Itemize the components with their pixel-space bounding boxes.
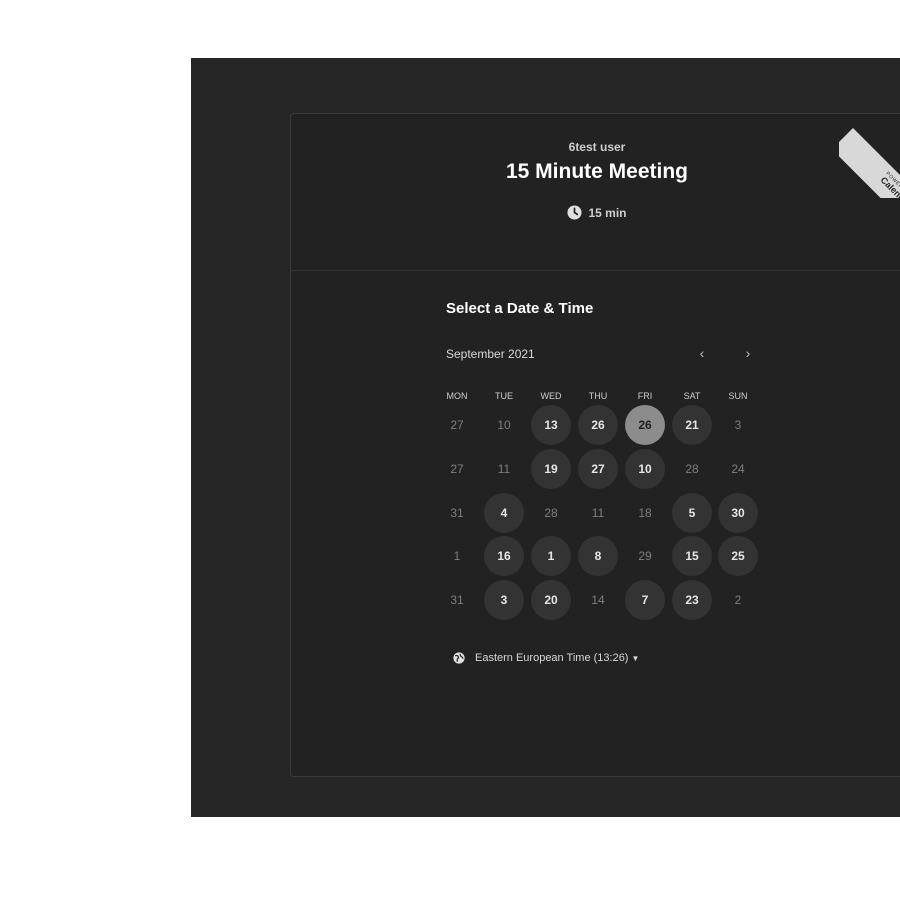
available-day-button[interactable]: 23 bbox=[672, 580, 712, 620]
event-title: 15 Minute Meeting bbox=[505, 160, 689, 183]
calendar-day: 31 bbox=[450, 593, 464, 607]
available-day-button[interactable]: 30 bbox=[718, 493, 758, 533]
weekday-sun: SUN bbox=[728, 391, 748, 401]
calendar-day: 3 bbox=[734, 418, 742, 432]
timezone-label: Eastern European Time (13:26) bbox=[475, 652, 629, 664]
calendar-day: 24 bbox=[731, 462, 745, 476]
calendar-day: 27 bbox=[450, 418, 464, 432]
month-label: September 2021 bbox=[446, 347, 535, 361]
next-month-button[interactable]: › bbox=[738, 343, 758, 363]
available-day-button[interactable]: 25 bbox=[718, 536, 758, 576]
selected-day-button[interactable]: 26 bbox=[625, 405, 665, 445]
calendar-day: 28 bbox=[685, 462, 699, 476]
available-day-button[interactable]: 19 bbox=[531, 449, 571, 489]
available-day-button[interactable]: 27 bbox=[578, 449, 618, 489]
available-day-button[interactable]: 15 bbox=[672, 536, 712, 576]
available-day-button[interactable]: 7 bbox=[625, 580, 665, 620]
available-day-button[interactable]: 20 bbox=[531, 580, 571, 620]
calendar-day: 27 bbox=[450, 462, 464, 476]
calendar-day: 11 bbox=[591, 506, 605, 520]
timezone-selector[interactable]: Eastern European Time (13:26) ▼ bbox=[453, 652, 639, 667]
section-title: Select a Date & Time bbox=[446, 300, 594, 317]
calendar-day: 11 bbox=[497, 462, 511, 476]
calendar-day: 18 bbox=[638, 506, 652, 520]
calendar-day: 2 bbox=[734, 593, 742, 607]
duration-label: 15 min bbox=[588, 206, 627, 220]
calendar-day: 29 bbox=[638, 549, 652, 563]
available-day-button[interactable]: 16 bbox=[484, 536, 524, 576]
available-day-button[interactable]: 10 bbox=[625, 449, 665, 489]
weekday-tue: TUE bbox=[495, 391, 513, 401]
available-day-button[interactable]: 4 bbox=[484, 493, 524, 533]
event-duration: 15 min bbox=[291, 205, 900, 223]
weekday-fri: FRI bbox=[637, 391, 653, 401]
chevron-down-icon: ▼ bbox=[631, 654, 640, 663]
powered-by-calendly-ribbon[interactable]: POWERED BY Calendly bbox=[839, 114, 900, 198]
calendar-day: 28 bbox=[544, 506, 558, 520]
calendar-day: 10 bbox=[497, 418, 511, 432]
globe-icon bbox=[453, 652, 465, 667]
calendar-day: 31 bbox=[450, 506, 464, 520]
weekday-thu: THU bbox=[588, 391, 608, 401]
host-name: 6test user bbox=[568, 140, 626, 154]
weekday-mon: MON bbox=[446, 391, 468, 401]
event-header: 6test user 15 Minute Meeting 15 min bbox=[291, 114, 900, 271]
available-day-button[interactable]: 13 bbox=[531, 405, 571, 445]
available-day-button[interactable]: 26 bbox=[578, 405, 618, 445]
available-day-button[interactable]: 8 bbox=[578, 536, 618, 576]
available-day-button[interactable]: 3 bbox=[484, 580, 524, 620]
calendar-day: 1 bbox=[453, 549, 461, 563]
booking-card: 6test user 15 Minute Meeting 15 min POWE… bbox=[290, 113, 900, 777]
calendar-day: 14 bbox=[591, 593, 605, 607]
available-day-button[interactable]: 5 bbox=[672, 493, 712, 533]
previous-month-button[interactable]: ‹ bbox=[692, 343, 712, 363]
clock-icon bbox=[567, 205, 583, 223]
booking-page: 6test user 15 Minute Meeting 15 min POWE… bbox=[191, 58, 900, 817]
available-day-button[interactable]: 21 bbox=[672, 405, 712, 445]
available-day-button[interactable]: 1 bbox=[531, 536, 571, 576]
weekday-sat: SAT bbox=[683, 391, 701, 401]
weekday-wed: WED bbox=[540, 391, 562, 401]
